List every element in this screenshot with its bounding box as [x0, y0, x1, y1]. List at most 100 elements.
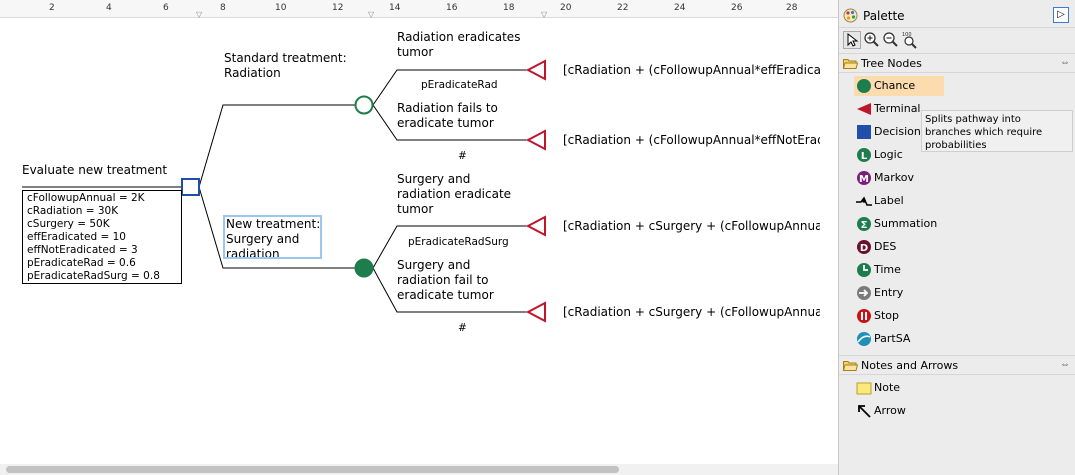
folder-open-icon [843, 361, 858, 371]
palette-toolbar: 100 [839, 28, 1075, 52]
label-line: Surgery and [226, 232, 300, 246]
palette-item-label: Markov [874, 171, 914, 184]
palette-item-partsa[interactable]: PartSA [854, 329, 944, 349]
note-icon [856, 382, 872, 395]
probability-complement-label[interactable]: # [458, 321, 467, 336]
label-line: Surgery and [397, 258, 471, 272]
pin-drawer-icon[interactable]: ⇔ [1060, 57, 1070, 68]
pin-drawer-icon[interactable]: ⇔ [1060, 359, 1070, 370]
palette-item-label: PartSA [874, 332, 911, 345]
probability-label[interactable]: pEradicateRad [421, 78, 498, 93]
palette-item-label: Logic [874, 148, 903, 161]
select-cursor-icon[interactable] [843, 31, 861, 49]
markov-icon: M [857, 171, 871, 185]
chance-node-new[interactable] [354, 258, 374, 278]
palette-item-label: Decision [874, 125, 921, 138]
des-icon: D [857, 240, 871, 254]
chance-node-standard[interactable] [354, 95, 374, 115]
decision-node[interactable] [181, 178, 200, 196]
branch-label-rad-fail[interactable]: Radiation fails to eradicate tumor [397, 101, 498, 131]
tooltip-line: Splits pathway into [925, 114, 1021, 125]
logic-icon: L [857, 148, 871, 162]
svg-text:M: M [859, 174, 869, 185]
palette-item-label: Stop [874, 309, 900, 322]
terminal-node[interactable] [525, 129, 546, 151]
palette-panel: Palette ▷ 100 Tree Nodes ⇔ Chance Termin… [838, 0, 1075, 475]
palette-item-note[interactable]: Note [854, 378, 944, 398]
palette-item-label: Entry [874, 286, 904, 299]
terminal-node[interactable] [525, 301, 546, 323]
root-node-label[interactable]: Evaluate new treatment [22, 163, 167, 178]
palette-item-arrow[interactable]: Arrow [854, 401, 944, 421]
palette-item-label: Label [874, 194, 904, 207]
palette-item-time[interactable]: Time [854, 260, 944, 280]
chance-icon [857, 79, 871, 93]
label-icon [856, 196, 872, 206]
palette-item-stop[interactable]: Stop [854, 306, 944, 326]
palette-item-des[interactable]: D DES [854, 237, 944, 257]
time-icon [857, 263, 871, 277]
variable-definition: effNotEradicated = 3 [27, 244, 138, 256]
svg-text:Σ: Σ [861, 220, 868, 231]
variable-definition: pEradicateRadSurg = 0.8 [27, 270, 160, 282]
label-line: Radiation fails to [397, 101, 498, 115]
partsa-icon [857, 332, 871, 346]
palette-item-label: Chance [874, 79, 916, 92]
palette-item-label: Arrow [874, 404, 906, 417]
variable-definition: pEradicateRad = 0.6 [27, 257, 136, 269]
horizontal-scrollbar-thumb[interactable] [6, 466, 619, 473]
drawer-label: Notes and Arrows [861, 359, 959, 372]
label-line: New treatment: [226, 217, 321, 231]
probability-label[interactable]: pEradicateRadSurg [408, 235, 509, 250]
branch-label-surg-erad[interactable]: Surgery and radiation eradicate tumor [397, 172, 511, 217]
label-line: radiation fail to [397, 273, 489, 287]
palette-item-markov[interactable]: M Markov [854, 168, 944, 188]
chance-tooltip: Splits pathway into branches which requi… [921, 110, 1073, 152]
collapse-palette-button[interactable]: ▷ [1053, 7, 1069, 23]
palette-item-label[interactable]: Label [854, 191, 944, 211]
summation-icon: Σ [857, 217, 871, 231]
drawer-notes-and-arrows[interactable]: Notes and Arrows ⇔ [839, 355, 1075, 375]
palette-item-chance[interactable]: Chance [854, 76, 944, 96]
tree-canvas[interactable]: 2 4 6 8 10 12 14 16 18 20 22 24 26 28 ▽ … [0, 0, 838, 475]
zoom-out-icon[interactable] [882, 31, 900, 49]
payoff-expression[interactable]: [cRadiation + cSurgery + (cFollowupAnnua… [563, 305, 820, 320]
variable-definition: cSurgery = 50K [27, 218, 110, 230]
palette-icon [843, 8, 858, 23]
folder-open-icon [843, 59, 858, 69]
terminal-node[interactable] [525, 215, 546, 237]
drawer-label: Tree Nodes [861, 57, 922, 70]
label-line: eradicate tumor [397, 116, 494, 130]
payoff-expression[interactable]: [cRadiation + (cFollowupAnnual*effNotEra… [563, 133, 820, 148]
palette-item-label: DES [874, 240, 897, 253]
variable-definition: cRadiation = 30K [27, 205, 119, 217]
svg-text:L: L [861, 151, 868, 162]
decision-icon [857, 125, 871, 139]
payoff-expression[interactable]: [cRadiation + cSurgery + (cFollowupAnnua… [563, 219, 820, 234]
arrow-icon [858, 405, 871, 418]
tooltip-line: branches which require [925, 127, 1043, 138]
label-line: tumor [397, 45, 434, 59]
branch-label-standard[interactable]: Standard treatment: Radiation [224, 51, 347, 81]
probability-complement-label[interactable]: # [458, 149, 467, 164]
palette-title: Palette [863, 9, 905, 23]
palette-item-summation[interactable]: Σ Summation [854, 214, 944, 234]
label-line: Standard treatment: [224, 51, 347, 65]
zoom-100-icon[interactable]: 100 [901, 31, 919, 49]
label-line: radiation [226, 247, 280, 259]
drawer-tree-nodes[interactable]: Tree Nodes ⇔ [839, 53, 1075, 73]
palette-item-label: Time [874, 263, 901, 276]
palette-header: Palette ▷ [839, 0, 1075, 28]
variable-definitions-box[interactable]: cFollowupAnnual = 2K cRadiation = 30K cS… [22, 190, 182, 284]
label-line: tumor [397, 202, 434, 216]
branch-label-rad-erad[interactable]: Radiation eradicates tumor [397, 30, 520, 60]
label-line: radiation eradicate [397, 187, 512, 201]
payoff-expression[interactable]: [cRadiation + (cFollowupAnnual*effEradic… [563, 63, 820, 78]
palette-item-entry[interactable]: Entry [854, 283, 944, 303]
branch-label-new-selected[interactable]: New treatment: Surgery and radiation [223, 215, 322, 259]
entry-icon [857, 286, 871, 300]
label-line: Radiation eradicates [397, 30, 521, 44]
terminal-node[interactable] [525, 59, 546, 81]
zoom-in-icon[interactable] [863, 31, 881, 49]
branch-label-surg-fail[interactable]: Surgery and radiation fail to eradicate … [397, 258, 494, 303]
